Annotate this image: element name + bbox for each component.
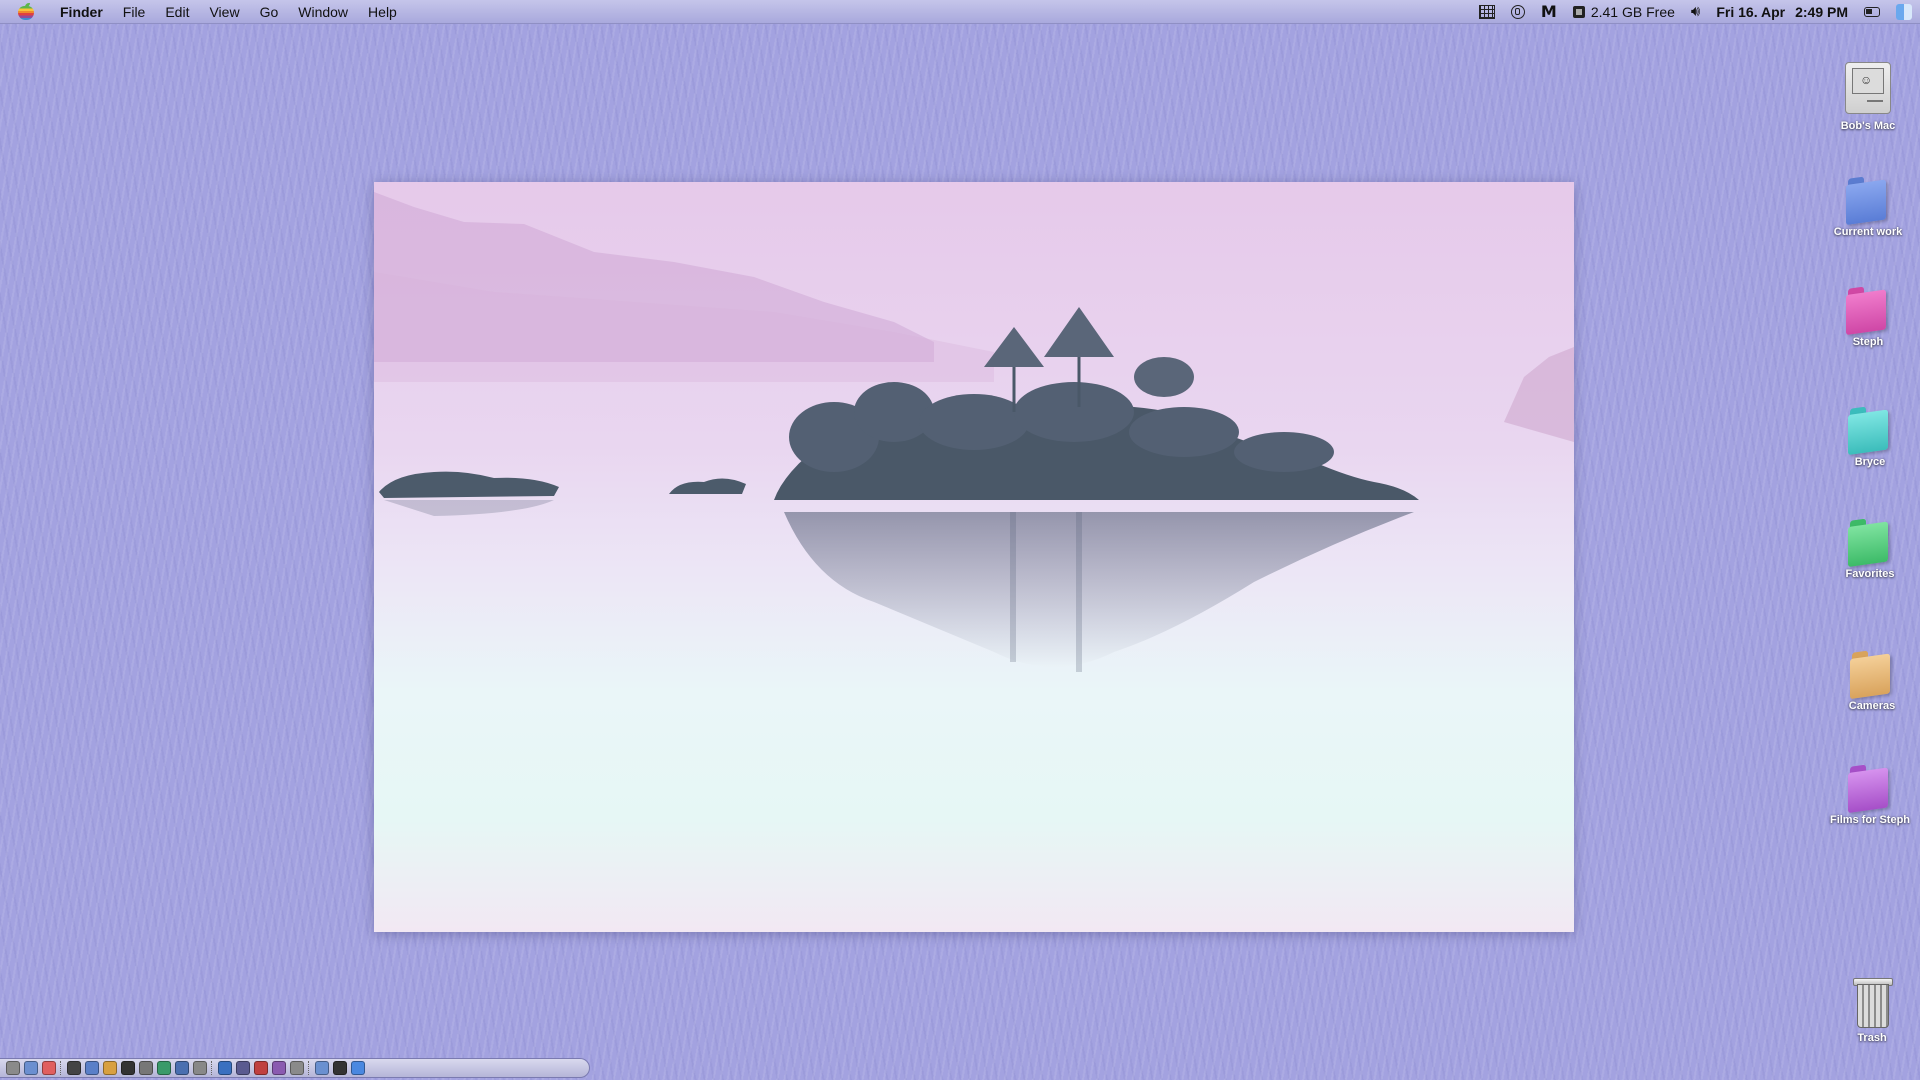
desktop-icon-trash[interactable]: Trash bbox=[1817, 974, 1920, 1044]
control-strip-module-icon[interactable] bbox=[103, 1061, 117, 1075]
control-strip-module-icon[interactable] bbox=[272, 1061, 286, 1075]
control-strip-module-icon[interactable] bbox=[24, 1061, 38, 1075]
desktop-icon-films-for-steph[interactable]: Films for Steph bbox=[1815, 764, 1920, 826]
menu-extras: M 2.41 GB Free 🔊︎ Fri 16. Apr 2:49 PM bbox=[1471, 2, 1920, 21]
control-strip-separator bbox=[308, 1061, 311, 1075]
control-strip-module-icon[interactable] bbox=[351, 1061, 365, 1075]
control-strip-module-icon[interactable] bbox=[175, 1061, 189, 1075]
folder-icon bbox=[1850, 647, 1894, 700]
menu-edit[interactable]: Edit bbox=[155, 4, 199, 20]
clock-date: Fri 16. Apr bbox=[1716, 3, 1786, 20]
folder-icon bbox=[1848, 403, 1892, 456]
malwarebytes-icon[interactable]: M bbox=[1533, 2, 1565, 21]
control-strip-module-icon[interactable] bbox=[6, 1061, 20, 1075]
finder-icon[interactable] bbox=[1888, 3, 1920, 20]
desktop-icon-label: Bob's Mac bbox=[1840, 120, 1896, 132]
folder-icon bbox=[1846, 283, 1890, 336]
menu-clock[interactable]: Fri 16. Apr 2:49 PM bbox=[1708, 4, 1856, 20]
control-strip-module-icon[interactable] bbox=[315, 1061, 329, 1075]
control-strip-module-icon[interactable] bbox=[139, 1061, 153, 1075]
control-strip-icon[interactable] bbox=[1856, 6, 1888, 17]
control-strip-module-icon[interactable] bbox=[85, 1061, 99, 1075]
menu-file[interactable]: File bbox=[113, 4, 156, 20]
desktop-icon-label: Favorites bbox=[1845, 568, 1895, 580]
desktop-icon-label: Trash bbox=[1857, 1032, 1887, 1044]
desktop-icon-bobs-mac[interactable]: ☺ Bob's Mac bbox=[1813, 62, 1920, 132]
trash-icon bbox=[1853, 974, 1893, 1028]
control-strip-module-icon[interactable] bbox=[254, 1061, 268, 1075]
desktop-icon-label: Bryce bbox=[1854, 456, 1886, 468]
menu-help[interactable]: Help bbox=[358, 4, 407, 20]
control-strip-separator bbox=[60, 1061, 63, 1075]
desktop-icon-bryce[interactable]: Bryce bbox=[1815, 406, 1920, 468]
wallpaper-photo bbox=[374, 182, 1574, 932]
menu-window[interactable]: Window bbox=[288, 4, 358, 20]
desktop-icon-label: Cameras bbox=[1848, 700, 1896, 712]
control-strip-module-icon[interactable] bbox=[193, 1061, 207, 1075]
control-strip[interactable] bbox=[0, 1058, 590, 1078]
desktop-icon-label: Steph bbox=[1852, 336, 1884, 348]
desktop-icon-current-work[interactable]: Current work bbox=[1813, 176, 1920, 238]
apple-menu-icon[interactable] bbox=[16, 2, 36, 21]
desktop-icon-label: Current work bbox=[1833, 226, 1903, 238]
desktop-icon-cameras[interactable]: Cameras bbox=[1817, 650, 1920, 712]
menu-go[interactable]: Go bbox=[250, 4, 289, 20]
control-strip-module-icon[interactable] bbox=[290, 1061, 304, 1075]
control-strip-separator bbox=[211, 1061, 214, 1075]
folder-icon bbox=[1848, 515, 1892, 568]
control-strip-module-icon[interactable] bbox=[121, 1061, 135, 1075]
menu-app-finder[interactable]: Finder bbox=[52, 4, 113, 20]
computer-icon: ☺ bbox=[1845, 62, 1891, 116]
folder-icon bbox=[1848, 761, 1892, 814]
memory-free-text: 2.41 GB Free bbox=[1590, 3, 1675, 20]
control-strip-module-icon[interactable] bbox=[67, 1061, 81, 1075]
control-strip-module-icon[interactable] bbox=[333, 1061, 347, 1075]
desktop-icon-steph[interactable]: Steph bbox=[1813, 286, 1920, 348]
speaker-icon[interactable]: 🔊︎ bbox=[1683, 3, 1708, 20]
desktop-icon-favorites[interactable]: Favorites bbox=[1815, 518, 1920, 580]
control-strip-module-icon[interactable] bbox=[218, 1061, 232, 1075]
folder-icon bbox=[1846, 173, 1890, 226]
memory-status[interactable]: 2.41 GB Free bbox=[1565, 4, 1683, 20]
control-strip-module-icon[interactable] bbox=[236, 1061, 250, 1075]
calendar-grid-icon[interactable] bbox=[1471, 4, 1503, 19]
menu-bar: Finder File Edit View Go Window Help M 2… bbox=[0, 0, 1920, 24]
menu-view[interactable]: View bbox=[199, 4, 249, 20]
timer-icon[interactable] bbox=[1503, 4, 1533, 19]
control-strip-module-icon[interactable] bbox=[157, 1061, 171, 1075]
lake-island-illustration bbox=[374, 192, 1574, 672]
control-strip-module-icon[interactable] bbox=[42, 1061, 56, 1075]
desktop-icon-label: Films for Steph bbox=[1829, 814, 1911, 826]
clock-time: 2:49 PM bbox=[1795, 3, 1848, 20]
memory-chip-icon bbox=[1572, 5, 1585, 18]
